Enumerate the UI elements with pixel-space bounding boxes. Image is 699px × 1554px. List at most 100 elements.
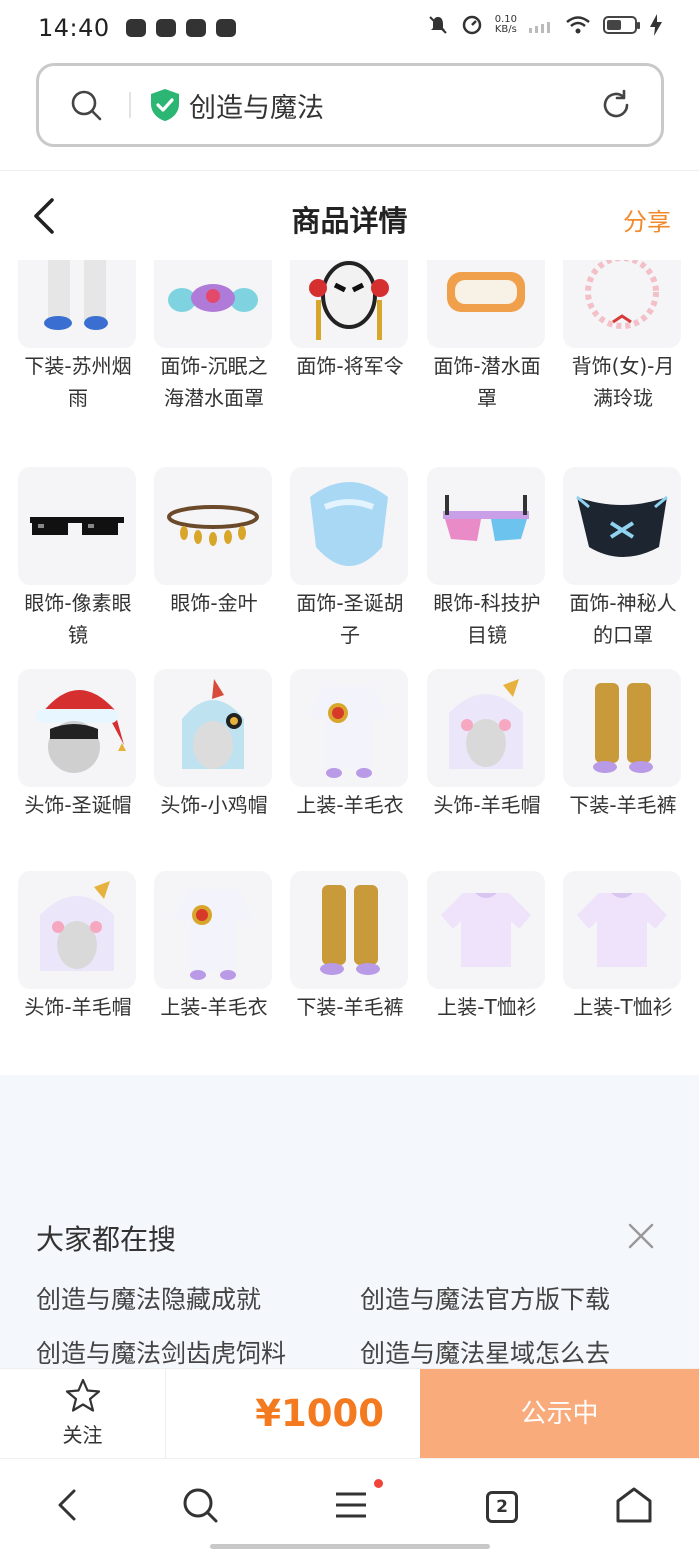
santa-hat-image	[36, 689, 126, 773]
item-thumbnail	[427, 871, 545, 989]
santa-beard-image	[310, 482, 388, 566]
tech-goggles-image	[443, 495, 529, 541]
grid-item[interactable]: 背饰(女)-月满玲珑	[563, 260, 683, 414]
follow-button[interactable]: 关注	[0, 1369, 166, 1459]
battery-icon	[603, 16, 640, 34]
grid-item[interactable]: 眼饰-像素眼镜	[18, 467, 138, 651]
mute-bell-icon	[429, 16, 447, 34]
suggestion-link[interactable]: 创造与魔法官方版下载	[360, 1280, 610, 1316]
status-time: 14:40	[38, 14, 110, 42]
charging-icon	[650, 14, 662, 36]
item-name: 眼饰-金叶	[170, 591, 258, 615]
suggestion-link[interactable]: 创造与魔法剑齿虎饲料	[36, 1334, 286, 1370]
item-thumbnail	[18, 669, 136, 787]
wool-hat-image	[40, 881, 114, 971]
menu-icon[interactable]	[332, 1485, 372, 1525]
close-icon[interactable]	[627, 1222, 655, 1250]
wool-top-image	[174, 889, 252, 980]
home-icon[interactable]	[614, 1485, 654, 1525]
item-thumbnail	[563, 260, 681, 348]
bot-notification-icon	[185, 19, 206, 37]
price: ¥1000	[255, 1392, 384, 1435]
search-icon[interactable]	[180, 1485, 220, 1525]
pants-image	[44, 260, 108, 330]
system-indicators: 0.10 KB/s	[427, 14, 663, 36]
gold-leaf-band-image	[167, 505, 259, 546]
status-bar: 14:40 0.10 KB/s	[0, 0, 699, 56]
grid-item[interactable]: 面饰-潜水面罩	[427, 260, 547, 414]
refresh-icon[interactable]	[599, 88, 633, 122]
grid-item[interactable]: 头饰-羊毛帽	[427, 669, 547, 821]
item-thumbnail	[290, 669, 408, 787]
grid-item[interactable]: 上装-T恤衫	[427, 871, 547, 1023]
share-button[interactable]: 分享	[623, 202, 671, 237]
item-name: 上装-羊毛衣	[160, 995, 268, 1019]
search-icon[interactable]	[69, 88, 103, 122]
speed-gauge-icon	[462, 15, 481, 35]
grid-item[interactable]: 下装-羊毛裤	[290, 871, 410, 1023]
item-name: 下装-羊毛裤	[569, 793, 677, 817]
grid-item[interactable]: 面饰-沉眠之海潜水面罩	[154, 260, 274, 414]
item-name: 眼饰-科技护目镜	[433, 591, 541, 647]
item-name: 上装-T恤衫	[573, 995, 673, 1019]
grid-item[interactable]: 头饰-圣诞帽	[18, 669, 138, 821]
item-name: 面饰-神秘人的口罩	[569, 591, 677, 647]
grid-item[interactable]: 眼饰-科技护目镜	[427, 467, 547, 651]
home-indicator	[210, 1544, 490, 1549]
grid-item[interactable]: 眼饰-金叶	[154, 467, 274, 619]
grid-item[interactable]: 上装-羊毛衣	[290, 669, 410, 821]
item-thumbnail	[18, 467, 136, 585]
opera-mask-image	[309, 261, 389, 340]
grid-item[interactable]: 下装-苏州烟雨	[18, 260, 138, 414]
item-thumbnail	[563, 669, 681, 787]
grid-item[interactable]: 下装-羊毛裤	[563, 669, 683, 821]
item-thumbnail	[154, 669, 272, 787]
separator	[0, 170, 699, 171]
app-notification-icon	[125, 19, 146, 37]
network-speed-unit: KB/s	[494, 24, 517, 35]
address-search-bar[interactable]: 创造与魔法	[36, 63, 664, 147]
item-name: 上装-羊毛衣	[296, 793, 404, 817]
pixel-glasses-image	[30, 517, 124, 535]
browser-nav-bar: 2	[0, 1458, 699, 1554]
notification-icons	[125, 19, 236, 37]
suggestion-link[interactable]: 创造与魔法星域怎么去	[360, 1334, 610, 1370]
grid-item[interactable]: 上装-T恤衫	[563, 871, 683, 1023]
item-name: 下装-苏州烟雨	[24, 354, 132, 410]
tabs-button[interactable]: 2	[486, 1491, 518, 1523]
page-title: 商品详情	[291, 204, 408, 238]
grid-item[interactable]: 头饰-小鸡帽	[154, 669, 274, 821]
back-icon[interactable]	[48, 1485, 88, 1525]
flower-ring-image	[585, 260, 659, 329]
grid-item[interactable]: 面饰-将军令	[290, 260, 410, 382]
book-notification-icon	[215, 19, 236, 37]
shield-check-icon	[151, 89, 179, 121]
network-speed: 0.10 KB/s	[495, 15, 517, 35]
item-thumbnail	[18, 260, 136, 348]
grid-item[interactable]: 面饰-圣诞胡子	[290, 467, 410, 651]
search-query[interactable]: 创造与魔法	[189, 86, 324, 125]
wool-pants-image	[593, 683, 653, 773]
dive-mask-image	[168, 284, 258, 312]
item-name: 下装-羊毛裤	[296, 995, 404, 1019]
grid-item[interactable]: 上装-羊毛衣	[154, 871, 274, 1023]
item-name: 面饰-潜水面罩	[433, 354, 541, 410]
t-shirt-image	[441, 893, 531, 967]
public-notice-button[interactable]: 公示中	[420, 1369, 699, 1459]
grid-item[interactable]: 面饰-神秘人的口罩	[563, 467, 683, 651]
item-name: 面饰-将军令	[296, 354, 404, 378]
wifi-icon	[566, 16, 590, 34]
menu-notification-dot	[374, 1479, 383, 1488]
item-name: 背饰(女)-月满玲珑	[571, 354, 675, 410]
suggestion-link[interactable]: 创造与魔法隐藏成就	[36, 1280, 261, 1316]
item-name: 面饰-沉眠之海潜水面罩	[160, 354, 268, 410]
wool-top-image	[310, 687, 388, 778]
star-icon	[65, 1378, 100, 1412]
mail-notification-icon	[155, 19, 176, 37]
grid-item[interactable]: 头饰-羊毛帽	[18, 871, 138, 1023]
item-name: 眼饰-像素眼镜	[24, 591, 132, 647]
item-thumbnail	[563, 871, 681, 989]
item-grid: 下装-苏州烟雨 面饰-沉眠之海潜水面罩 面饰-将军令 面饰-潜水面罩 背饰(女)…	[0, 260, 699, 1075]
item-thumbnail	[427, 467, 545, 585]
item-name: 上装-T恤衫	[437, 995, 537, 1019]
